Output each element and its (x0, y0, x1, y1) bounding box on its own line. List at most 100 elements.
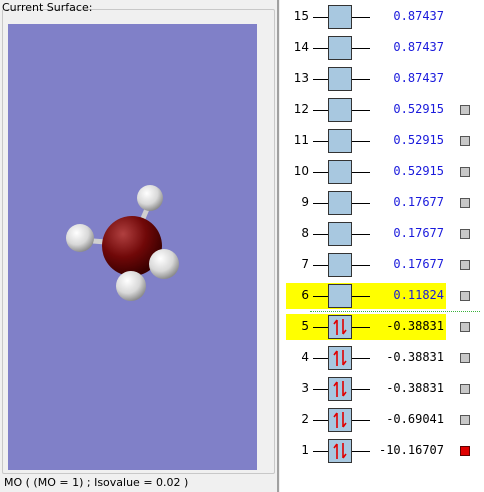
mo-level-line-left (313, 79, 328, 80)
mo-level-row[interactable]: 7 0.17677 (0, 252, 484, 278)
electron-pair-arrows-icon (333, 412, 347, 428)
occupied-orbital-box[interactable] (328, 439, 352, 463)
mo-level-line-right (352, 110, 370, 111)
mo-level-line-right (352, 327, 370, 328)
spin-down-arrow-icon (342, 350, 347, 366)
mo-level-row[interactable]: 11 0.52915 (0, 128, 484, 154)
mo-level-row[interactable]: 6 0.11824 (0, 283, 484, 309)
mo-level-line-right (352, 203, 370, 204)
mo-index-label: 10 (293, 164, 309, 178)
mo-index-label: 8 (301, 226, 309, 240)
virtual-orbital-box[interactable] (328, 191, 352, 215)
mo-level-row[interactable]: 12 0.52915 (0, 97, 484, 123)
mo-select-square[interactable] (460, 384, 470, 394)
mo-energy-value: -0.38831 (386, 319, 444, 333)
mo-level-line-right (352, 48, 370, 49)
mo-energy-value: 0.17677 (393, 257, 444, 271)
occupied-orbital-box[interactable] (328, 346, 352, 370)
mo-level-line-left (313, 451, 328, 452)
mo-selected-square[interactable] (460, 446, 470, 456)
mo-energy-value: 0.52915 (393, 164, 444, 178)
mo-index-label: 2 (301, 412, 309, 426)
mo-level-line-left (313, 296, 328, 297)
mo-level-row[interactable]: 15 0.87437 (0, 4, 484, 30)
spin-up-arrow-icon (333, 319, 338, 335)
mo-level-row[interactable]: 9 0.17677 (0, 190, 484, 216)
occupied-orbital-box[interactable] (328, 408, 352, 432)
mo-energy-value: 0.52915 (393, 133, 444, 147)
mo-index-label: 11 (293, 133, 309, 147)
mo-index-label: 9 (301, 195, 309, 209)
mo-select-square[interactable] (460, 291, 470, 301)
occupied-orbital-box[interactable] (328, 377, 352, 401)
homo-lumo-separator (310, 311, 480, 312)
mo-level-line-left (313, 234, 328, 235)
mo-select-square[interactable] (460, 353, 470, 363)
virtual-orbital-box[interactable] (328, 160, 352, 184)
spin-up-arrow-icon (333, 412, 338, 428)
virtual-orbital-box[interactable] (328, 129, 352, 153)
mo-select-square[interactable] (460, 322, 470, 332)
mo-select-square[interactable] (460, 198, 470, 208)
mo-level-line-left (313, 389, 328, 390)
spin-up-arrow-icon (333, 381, 338, 397)
mo-level-line-right (352, 79, 370, 80)
mo-level-line-left (313, 265, 328, 266)
mo-energy-value: -0.38831 (386, 381, 444, 395)
mo-level-line-right (352, 389, 370, 390)
mo-level-row[interactable]: 8 0.17677 (0, 221, 484, 247)
mo-energy-value: 0.52915 (393, 102, 444, 116)
virtual-orbital-box[interactable] (328, 98, 352, 122)
mo-level-line-right (352, 296, 370, 297)
mo-level-row[interactable]: 2 -0.69041 (0, 407, 484, 433)
mo-select-square[interactable] (460, 167, 470, 177)
mo-select-square[interactable] (460, 105, 470, 115)
mo-level-line-left (313, 203, 328, 204)
spin-down-arrow-icon (342, 381, 347, 397)
spin-up-arrow-icon (333, 350, 338, 366)
mo-index-label: 7 (301, 257, 309, 271)
electron-pair-arrows-icon (333, 319, 347, 335)
spin-down-arrow-icon (342, 412, 347, 428)
mo-select-square[interactable] (460, 136, 470, 146)
mo-index-label: 14 (293, 40, 309, 54)
mo-level-line-left (313, 110, 328, 111)
mo-energy-value: -0.69041 (386, 412, 444, 426)
mo-level-line-left (313, 327, 328, 328)
occupied-orbital-box[interactable] (328, 315, 352, 339)
mo-select-square[interactable] (460, 260, 470, 270)
mo-level-row[interactable]: 1 -10.16707 (0, 438, 484, 464)
mo-level-line-right (352, 172, 370, 173)
spin-down-arrow-icon (342, 443, 347, 459)
mo-level-line-right (352, 141, 370, 142)
mo-level-row[interactable]: 13 0.87437 (0, 66, 484, 92)
virtual-orbital-box[interactable] (328, 36, 352, 60)
mo-index-label: 12 (293, 102, 309, 116)
virtual-orbital-box[interactable] (328, 222, 352, 246)
mo-level-line-right (352, 234, 370, 235)
virtual-orbital-box[interactable] (328, 284, 352, 308)
mo-index-label: 1 (301, 443, 309, 457)
mo-level-row[interactable]: 5 -0.38831 (0, 314, 484, 340)
mo-level-row[interactable]: 14 0.87437 (0, 35, 484, 61)
mo-select-square[interactable] (460, 415, 470, 425)
mo-energy-value: -10.16707 (378, 443, 444, 457)
mo-energy-value: 0.87437 (393, 9, 444, 23)
mo-energy-value: 0.87437 (393, 71, 444, 85)
mo-index-label: 3 (301, 381, 309, 395)
electron-pair-arrows-icon (333, 443, 347, 459)
mo-level-row[interactable]: 4 -0.38831 (0, 345, 484, 371)
mo-level-line-left (313, 420, 328, 421)
virtual-orbital-box[interactable] (328, 253, 352, 277)
spin-down-arrow-icon (342, 319, 347, 335)
virtual-orbital-box[interactable] (328, 67, 352, 91)
mo-select-square[interactable] (460, 229, 470, 239)
mo-level-line-right (352, 420, 370, 421)
mo-level-row[interactable]: 10 0.52915 (0, 159, 484, 185)
virtual-orbital-box[interactable] (328, 5, 352, 29)
mo-level-line-left (313, 172, 328, 173)
mo-level-row[interactable]: 3 -0.38831 (0, 376, 484, 402)
spin-up-arrow-icon (333, 443, 338, 459)
mo-level-line-right (352, 265, 370, 266)
mo-level-line-left (313, 17, 328, 18)
